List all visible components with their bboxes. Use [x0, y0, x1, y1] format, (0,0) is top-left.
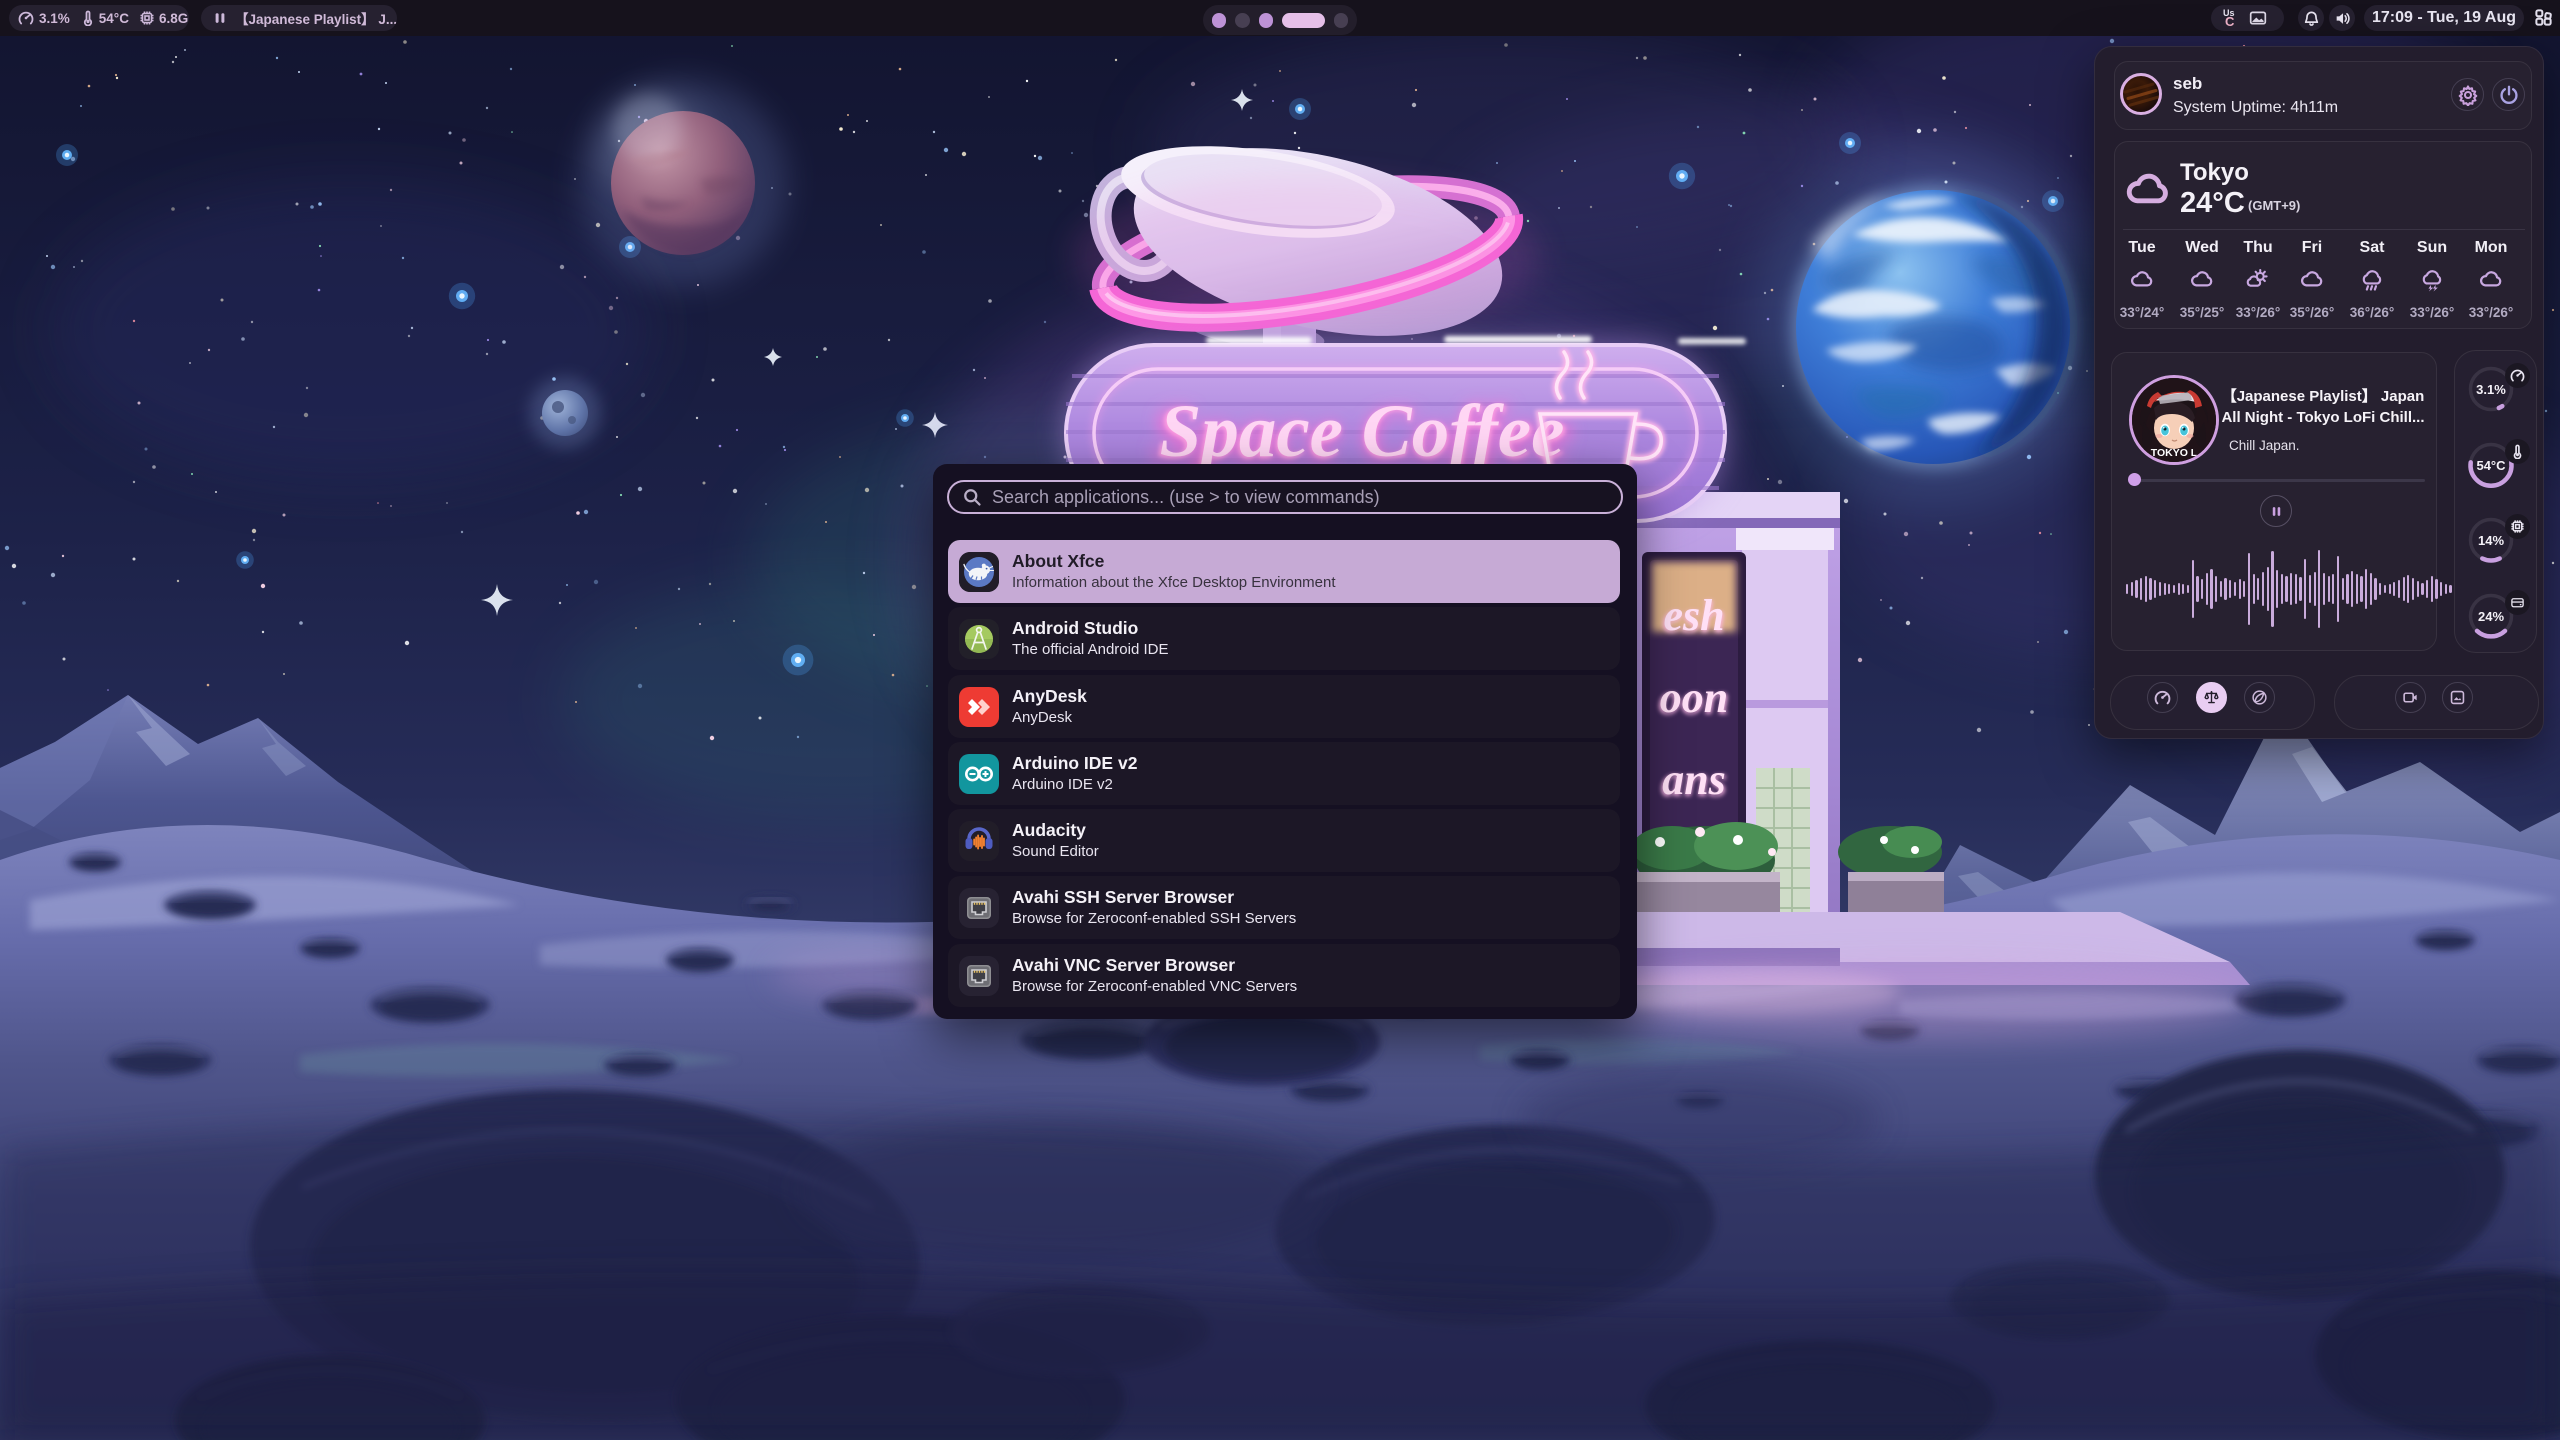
svg-text:C: C [2225, 14, 2235, 29]
svg-text:TOKYO L: TOKYO L [2151, 447, 2198, 459]
svg-text:Space Coffee: Space Coffee [1160, 390, 1565, 473]
svg-text:esh: esh [1663, 591, 1724, 640]
svg-text:ans: ans [1662, 755, 1726, 804]
svg-text:oon: oon [1660, 673, 1728, 722]
